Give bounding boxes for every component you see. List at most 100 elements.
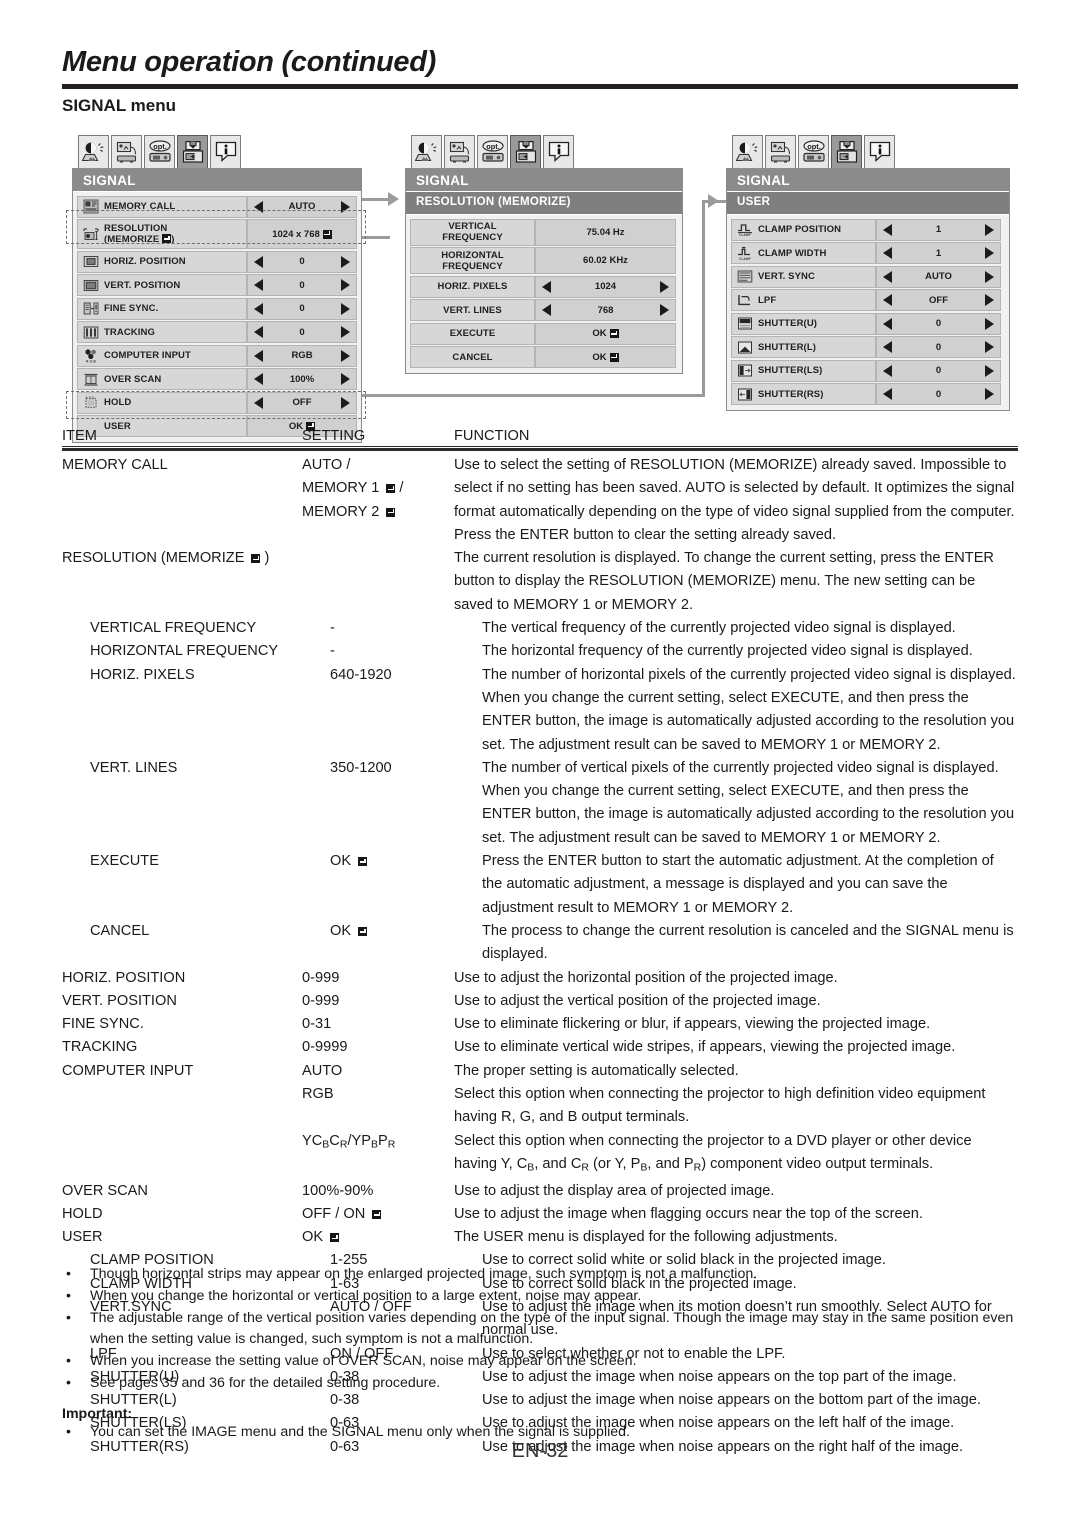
osd-row-value[interactable]: 0 — [247, 297, 357, 320]
right-arrow-icon[interactable] — [341, 200, 350, 213]
osd-row-shutter-u[interactable]: SHUTTER(U) 0 — [731, 312, 1005, 335]
osd-row-hold[interactable]: HOLD OFF — [77, 391, 357, 414]
osd-row-value[interactable]: OK — [535, 346, 676, 368]
left-arrow-icon[interactable] — [883, 294, 892, 306]
installation-tab-icon[interactable] — [111, 135, 142, 168]
right-arrow-icon[interactable] — [985, 388, 994, 400]
osd-row-vert-sync[interactable]: VERT. SYNC AUTO — [731, 265, 1005, 288]
osd-row-computer-input[interactable]: R G B COMPUTER INPUT RGB — [77, 344, 357, 367]
osd-row-vert-position[interactable]: VERT. POSITION 0 — [77, 274, 357, 296]
image-tab-icon[interactable] — [411, 135, 442, 168]
signal-tab-icon[interactable] — [510, 135, 541, 168]
osd-row-value[interactable]: 0 — [247, 274, 357, 296]
table-cell-item: VERT. LINES — [90, 759, 178, 776]
osd-row-lpf[interactable]: LPF OFF — [731, 289, 1005, 311]
left-arrow-icon[interactable] — [542, 280, 551, 293]
osd-row-horiz-pixels[interactable]: HORIZ. PIXELS 1024 — [410, 275, 678, 298]
image-tab-icon[interactable] — [732, 135, 763, 168]
osd-row-horiz-position[interactable]: HORIZ. POSITION 0 — [77, 250, 357, 273]
osd-row-value[interactable]: 0 — [247, 321, 357, 343]
osd-row-value[interactable]: 0 — [876, 383, 1001, 405]
osd-row-over-scan[interactable]: OVER SCAN 100% — [77, 368, 357, 390]
osd-row-value[interactable]: 1024 x 768 — [247, 219, 357, 249]
right-arrow-icon[interactable] — [985, 270, 994, 283]
right-arrow-icon[interactable] — [341, 373, 350, 385]
osd-row-resolution[interactable]: RESOLUTION (MEMORIZE) 1024 x 768 — [77, 219, 357, 249]
osd-row-vert-lines[interactable]: VERT. LINES 768 — [410, 299, 678, 321]
right-arrow-icon[interactable] — [341, 279, 350, 291]
osd-row-execute[interactable]: EXECUTE OK — [410, 322, 678, 345]
left-arrow-icon[interactable] — [254, 326, 263, 338]
left-arrow-icon[interactable] — [254, 255, 263, 268]
installation-tab-icon[interactable] — [444, 135, 475, 168]
right-arrow-icon[interactable] — [985, 223, 994, 236]
image-tab-icon[interactable] — [78, 135, 109, 168]
osd-row-cancel[interactable]: CANCEL OK — [410, 346, 678, 368]
left-arrow-icon[interactable] — [883, 341, 892, 353]
osd-row-value[interactable]: RGB — [247, 344, 357, 367]
info-tab-icon[interactable] — [543, 135, 574, 168]
osd-row-value[interactable]: 0 — [247, 250, 357, 273]
osd-row-memory-call[interactable]: MEMORY CALL AUTO — [77, 195, 357, 218]
left-arrow-icon[interactable] — [883, 270, 892, 283]
left-arrow-icon[interactable] — [883, 223, 892, 236]
osd-row-value[interactable]: 1 — [876, 242, 1001, 264]
right-arrow-icon[interactable] — [341, 349, 350, 362]
osd-row-value[interactable]: OK — [535, 322, 676, 345]
osd-row-value[interactable]: 100% — [247, 368, 357, 390]
table-cell-item: HORIZ. POSITION — [62, 969, 186, 986]
osd-row-value[interactable]: 0 — [876, 336, 1001, 358]
left-arrow-icon[interactable] — [883, 317, 892, 330]
left-arrow-icon[interactable] — [883, 247, 892, 259]
table-cell-item: TRACKING — [62, 1039, 138, 1056]
osd-row-tracking[interactable]: TRACKING 0 — [77, 321, 357, 343]
osd-row-clamp-width[interactable]: CLAMP CLAMP WIDTH 1 — [731, 242, 1005, 264]
left-arrow-icon[interactable] — [254, 279, 263, 291]
osd-row-shutter-ls[interactable]: SHUTTER(LS) 0 — [731, 359, 1005, 382]
right-arrow-icon[interactable] — [341, 396, 350, 409]
right-arrow-icon[interactable] — [660, 304, 669, 316]
right-arrow-icon[interactable] — [660, 280, 669, 293]
right-arrow-icon[interactable] — [985, 247, 994, 259]
osd-row-shutter-l[interactable]: SHUTTER(L) 0 — [731, 336, 1005, 358]
osd-row-value[interactable]: 0 — [876, 312, 1001, 335]
osd-row-value[interactable]: 0 — [876, 359, 1001, 382]
right-arrow-icon[interactable] — [341, 326, 350, 338]
osd-row-value[interactable]: AUTO — [876, 265, 1001, 288]
right-arrow-icon[interactable] — [985, 341, 994, 353]
osd-row-value[interactable]: 1024 — [535, 275, 676, 298]
signal-tab-icon[interactable] — [177, 135, 208, 168]
right-arrow-icon[interactable] — [985, 294, 994, 306]
left-arrow-icon[interactable] — [254, 200, 263, 213]
info-tab-icon[interactable] — [210, 135, 241, 168]
osd-row-clamp-position[interactable]: CLAMP CLAMP POSITION 1 — [731, 218, 1005, 241]
osd-row-value-text: OK — [592, 351, 607, 363]
installation-tab-icon[interactable] — [765, 135, 796, 168]
signal-tab-icon[interactable] — [831, 135, 862, 168]
left-arrow-icon[interactable] — [883, 364, 892, 377]
osd-row-value[interactable]: OFF — [876, 289, 1001, 311]
osd-row-shutter-rs[interactable]: SHUTTER(RS) 0 — [731, 383, 1005, 405]
left-arrow-icon[interactable] — [883, 388, 892, 400]
left-arrow-icon[interactable] — [254, 349, 263, 362]
osd-row-value[interactable]: 768 — [535, 299, 676, 321]
option-tab-icon[interactable]: opt. — [477, 135, 508, 168]
osd-row-value[interactable]: AUTO — [247, 195, 357, 218]
left-arrow-icon[interactable] — [254, 373, 263, 385]
table-header-row: ITEM SETTING FUNCTION — [62, 428, 1018, 446]
osd-row-fine-sync[interactable]: FINE SYNC. 0 — [77, 297, 357, 320]
right-arrow-icon[interactable] — [985, 364, 994, 377]
left-arrow-icon[interactable] — [542, 304, 551, 316]
info-tab-icon[interactable] — [864, 135, 895, 168]
option-tab-icon[interactable]: opt. — [144, 135, 175, 168]
right-arrow-icon[interactable] — [985, 317, 994, 330]
osd-row-value[interactable]: 1 — [876, 218, 1001, 241]
left-arrow-icon[interactable] — [254, 302, 263, 315]
left-arrow-icon[interactable] — [254, 396, 263, 409]
note-text: Though horizontal strips may appear on t… — [90, 1266, 758, 1282]
osd-row-label-text: LPF — [758, 294, 777, 306]
osd-row-value[interactable]: OFF — [247, 391, 357, 414]
option-tab-icon[interactable]: opt. — [798, 135, 829, 168]
right-arrow-icon[interactable] — [341, 255, 350, 268]
right-arrow-icon[interactable] — [341, 302, 350, 315]
